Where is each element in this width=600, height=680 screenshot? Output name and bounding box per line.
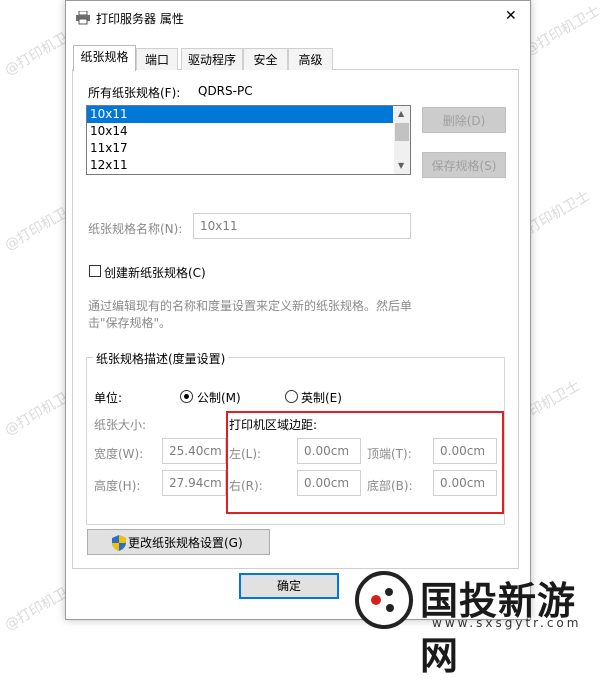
form-name-field[interactable]: 10x11 (193, 213, 411, 239)
list-item[interactable]: 11x17 (87, 140, 393, 157)
highlight-box (226, 411, 504, 514)
forms-listbox[interactable]: 10x11 10x14 11x17 12x11 ▲ ▼ (86, 105, 411, 175)
list-item[interactable]: 12x11 (87, 157, 393, 174)
save-form-button[interactable]: 保存规格(S) (422, 152, 506, 178)
scroll-thumb[interactable] (395, 123, 409, 141)
server-name: QDRS-PC (198, 84, 253, 98)
brand-logo-icon (355, 571, 413, 629)
height-label: 高度(H): (94, 479, 141, 493)
form-name-label: 纸张规格名称(N): (88, 222, 183, 236)
scroll-up-icon[interactable]: ▲ (398, 109, 404, 118)
delete-button[interactable]: 删除(D) (422, 107, 506, 133)
group-label: 纸张规格描述(度量设置) (93, 350, 229, 367)
width-label: 宽度(W): (94, 447, 144, 461)
create-new-form-label: 创建新纸张规格(C) (104, 266, 206, 280)
printer-icon (75, 10, 91, 25)
height-field[interactable]: 27.94cm (162, 470, 226, 496)
ok-button[interactable]: 确定 (239, 573, 339, 599)
hint-text-line2: 击"保存规格"。 (88, 316, 172, 330)
hint-text-line1: 通过编辑现有的名称和度量设置来定义新的纸张规格。然后单 (88, 299, 413, 313)
tab-advanced[interactable]: 高级 (288, 48, 333, 70)
radio-selected-dot (184, 394, 189, 399)
change-form-settings-button[interactable]: 更改纸张规格设置(G) (87, 529, 270, 555)
english-radio[interactable] (285, 390, 298, 403)
paper-size-label: 纸张大小: (94, 418, 147, 432)
forms-list-label: 所有纸张规格(F): (88, 86, 181, 100)
width-field[interactable]: 25.40cm (162, 438, 226, 464)
create-new-form-checkbox[interactable] (89, 265, 101, 277)
brand-overlay: 国投新游网 www.sxsgytr.com (350, 566, 600, 678)
listbox-scrollbar[interactable]: ▲ ▼ (394, 106, 410, 174)
window-title: 打印服务器 属性 (96, 12, 184, 26)
uac-shield-icon (112, 534, 126, 551)
change-form-settings-label: 更改纸张规格设置(G) (128, 536, 243, 550)
list-item[interactable]: 10x14 (87, 123, 393, 140)
tab-forms[interactable]: 纸张规格 (73, 45, 136, 71)
tab-ports[interactable]: 端口 (136, 48, 178, 70)
list-item[interactable]: 10x11 (87, 106, 393, 123)
close-button[interactable]: ✕ (505, 8, 517, 24)
tab-drivers[interactable]: 驱动程序 (181, 48, 243, 70)
units-label: 单位: (94, 391, 123, 405)
metric-label: 公制(M) (197, 391, 241, 405)
brand-url: www.sxsgytr.com (432, 616, 582, 630)
tab-security[interactable]: 安全 (243, 48, 288, 70)
watermark-text: @打印机卫士 (522, 2, 600, 59)
scroll-down-icon[interactable]: ▼ (398, 161, 404, 170)
metric-radio[interactable] (180, 390, 193, 403)
english-label: 英制(E) (301, 391, 342, 405)
